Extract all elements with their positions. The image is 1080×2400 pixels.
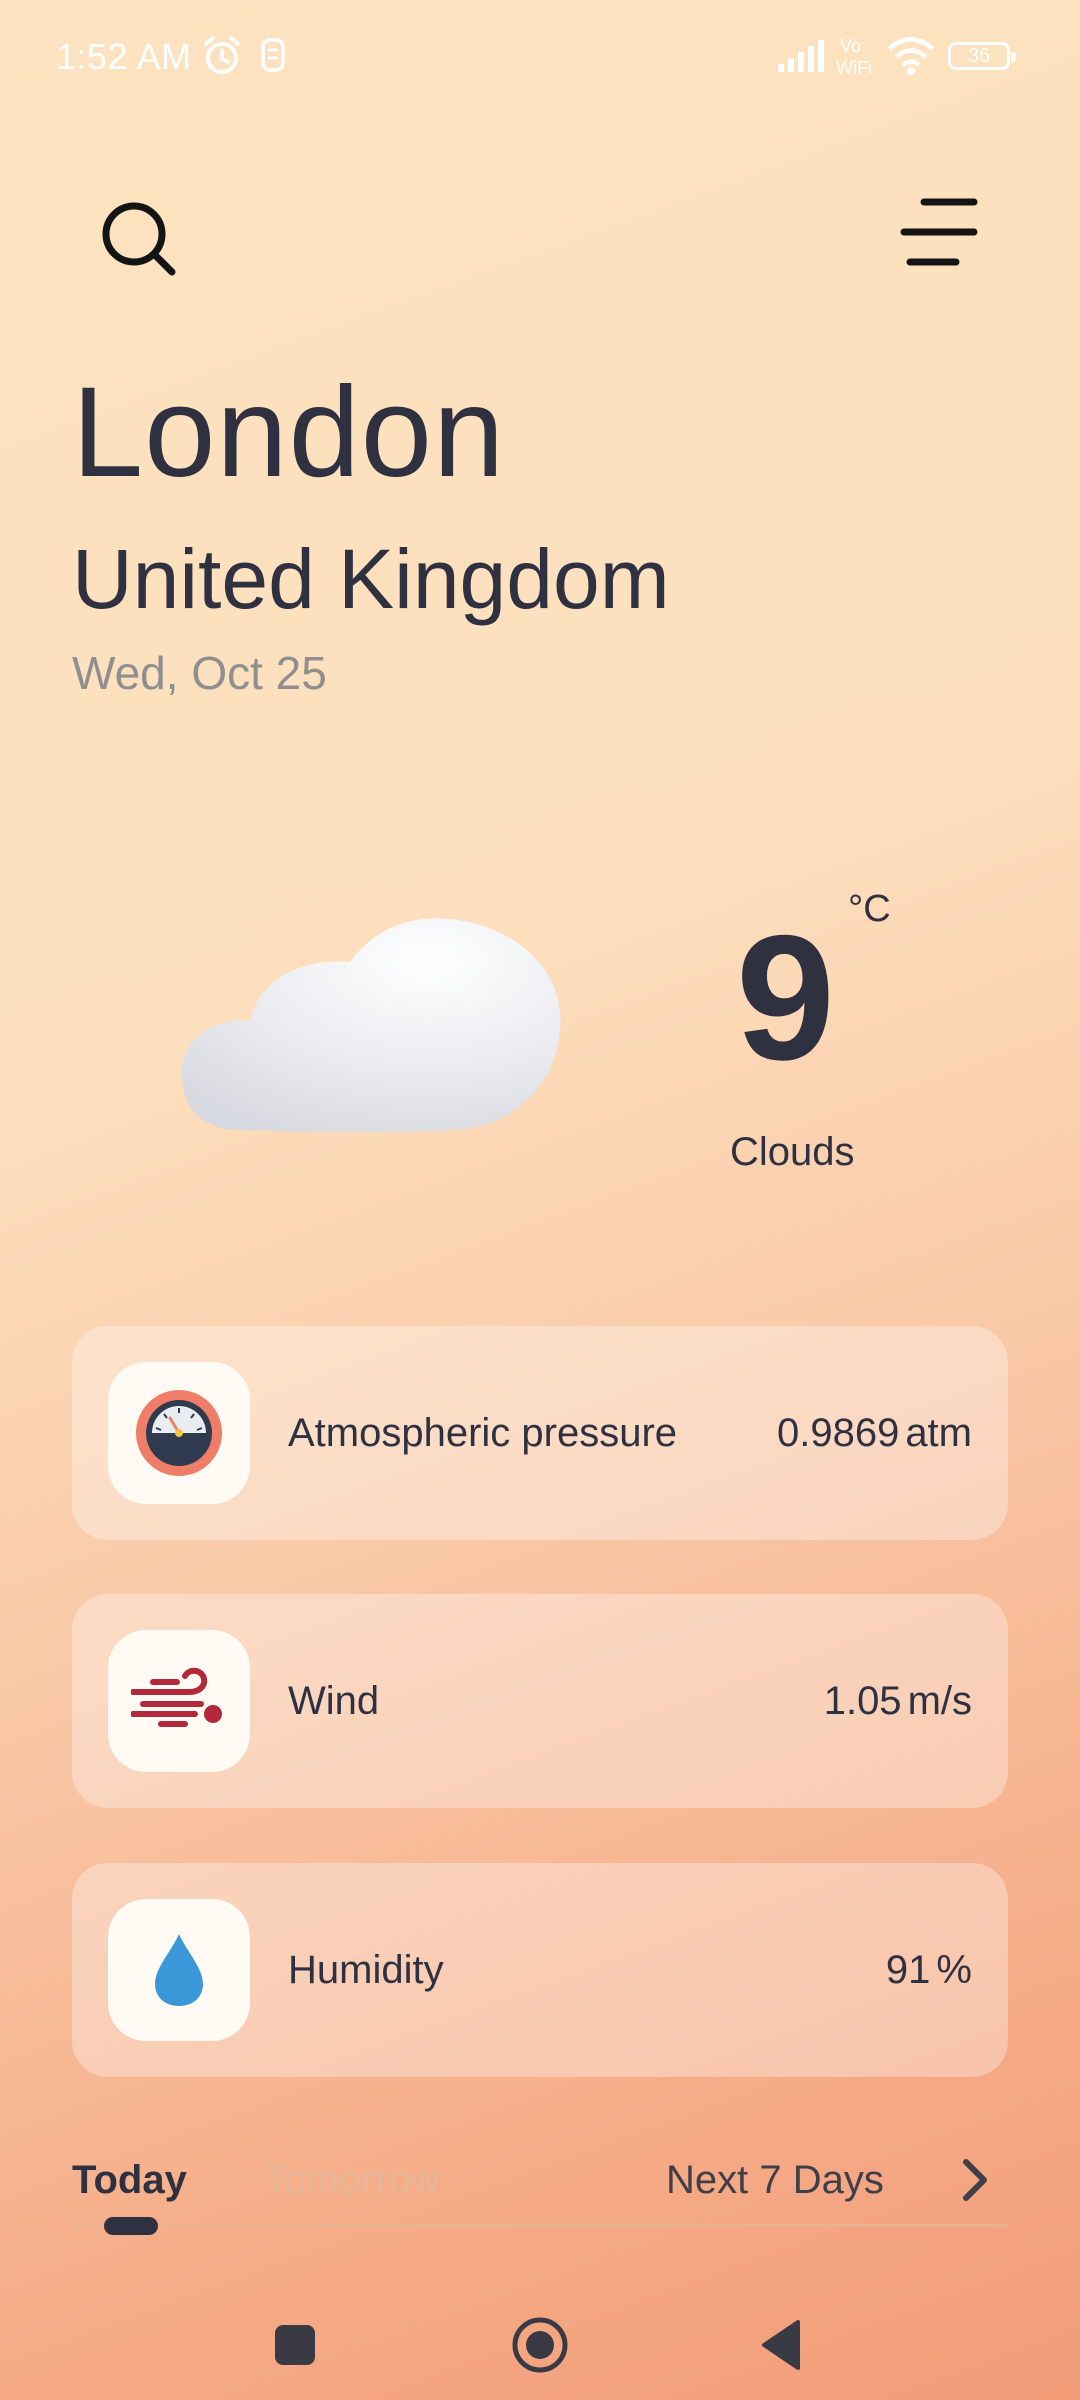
pressure-value: 0.9869 atm: [777, 1326, 972, 1540]
temperature-unit: °C: [848, 888, 891, 930]
search-icon: [102, 202, 176, 276]
wind-label: Wind: [288, 1679, 380, 1723]
pressure-icon-box: [108, 1362, 250, 1504]
current-date: Wed, Oct 25: [72, 647, 327, 699]
country-name: United Kingdom: [72, 532, 670, 626]
home-icon[interactable]: [505, 2310, 575, 2380]
recent-apps-icon[interactable]: [260, 2310, 330, 2380]
droplet-icon: [155, 1934, 203, 2006]
wind-icon: [131, 1667, 222, 1727]
active-tab-indicator: [104, 2217, 158, 2235]
svg-text:Vo: Vo: [840, 36, 861, 56]
cloud-icon: [181, 918, 561, 1132]
system-nav-bar: [0, 2290, 1080, 2400]
wind-value: 1.05 m/s: [824, 1594, 972, 1808]
wind-number: 1.05: [823, 1679, 902, 1723]
wind-unit: m/s: [907, 1679, 972, 1723]
wind-card: Wind 1.05 m/s: [72, 1594, 1008, 1808]
pressure-number: 0.9869: [776, 1411, 900, 1455]
menu-button[interactable]: [896, 196, 986, 286]
wind-icon-box: [108, 1630, 250, 1772]
pressure-card: Atmospheric pressure 0.9869 atm: [72, 1326, 1008, 1540]
humidity-icon-box: [108, 1899, 250, 2041]
humidity-number: 91: [885, 1948, 931, 1992]
back-icon[interactable]: [750, 2310, 820, 2380]
menu-icon: [900, 198, 978, 266]
forecast-tabs: Today Tomorrow Next 7 Days: [72, 2150, 1008, 2230]
status-bar: 1:52 AM Vo WiFi 36: [0, 0, 1080, 110]
city-name: London: [72, 361, 506, 504]
humidity-card: Humidity 91%: [72, 1863, 1008, 2077]
pressure-label: Atmospheric pressure: [288, 1411, 678, 1455]
svg-text:WiFi: WiFi: [836, 58, 872, 78]
weather-condition: Clouds: [730, 1130, 855, 1174]
gauge-icon: [136, 1390, 222, 1476]
battery-level: 36: [967, 45, 991, 67]
signal-icon: [778, 40, 824, 72]
status-time: 1:52 AM: [56, 36, 192, 77]
pressure-unit: atm: [905, 1411, 972, 1455]
humidity-value: 91%: [886, 1863, 972, 2077]
humidity-unit: %: [936, 1948, 972, 1992]
tab-next-7-days[interactable]: Next 7 Days: [666, 2150, 884, 2210]
vowifi-icon: Vo WiFi: [836, 36, 872, 78]
tabs-divider: [72, 2224, 1008, 2227]
chevron-right-icon[interactable]: [948, 2154, 1000, 2206]
notification-icon: [261, 38, 285, 72]
alarm-icon: [204, 36, 240, 74]
temperature-value: 9: [736, 898, 835, 1097]
wifi-icon: [887, 37, 935, 75]
humidity-label: Humidity: [288, 1948, 444, 1992]
tab-today[interactable]: Today: [72, 2150, 187, 2210]
tab-tomorrow[interactable]: Tomorrow: [264, 2150, 440, 2210]
battery-icon: 36: [948, 42, 1016, 70]
search-button[interactable]: [96, 196, 186, 286]
